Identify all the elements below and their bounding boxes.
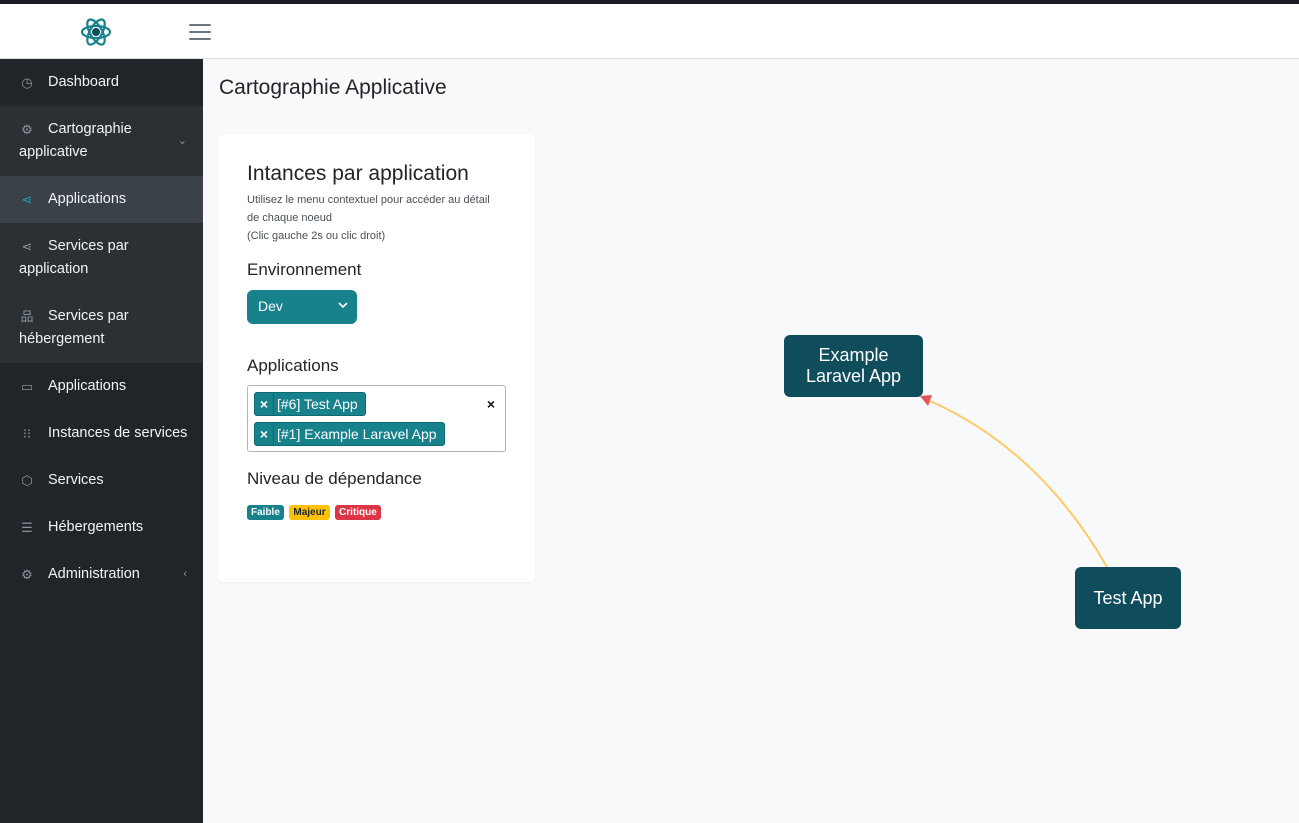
share-icon: ⋖ [21,239,33,254]
sidebar-item-services[interactable]: ⬡ Services [0,457,203,504]
dependency-label: Niveau de dépendance [247,469,422,488]
server-icon: ☰ [21,520,33,535]
share-icon: ⋖ [21,192,33,207]
top-bar [0,4,1299,59]
chip-remove-button[interactable]: × [255,393,274,415]
dependency-graph[interactable]: Example Laravel App Test App [560,250,1260,670]
app-chip: × [#6] Test App [254,392,366,416]
chevron-down-icon: ⌄ [177,135,187,147]
sidebar-item-instances-de-services[interactable]: ⁝⁝ Instances de services [0,410,203,457]
gear-icon: ⚙ [21,122,33,137]
sidebar: ◷ Dashboard ⚙ Cartographie applicative ⌄… [0,59,203,823]
sidebar-item-hebergements[interactable]: ☰ Hébergements [0,504,203,551]
chevron-left-icon: ‹ [183,567,187,580]
environment-select[interactable]: Dev [247,290,357,324]
window-icon: ▭ [20,379,34,394]
filter-panel: Intances par application Utilisez le men… [218,134,535,582]
badge-majeur: Majeur [289,505,330,520]
environment-label: Environnement [247,260,362,279]
graph-node[interactable]: Example Laravel App [784,335,923,397]
applications-multiselect[interactable]: × [#6] Test App × [#1] Example Laravel App… [247,385,506,452]
graph-node[interactable]: Test App [1075,567,1181,629]
badge-faible: Faible [247,505,284,520]
clear-all-button[interactable]: × [487,396,495,412]
panel-title: Intances par application [247,162,469,185]
sidebar-item-dashboard[interactable]: ◷ Dashboard [0,59,203,106]
hamburger-icon[interactable] [189,24,211,40]
gauge-icon: ◷ [21,75,33,90]
grid-icon: ⁝⁝ [22,426,32,441]
sidebar-item-cartographie[interactable]: ⚙ Cartographie applicative ⌄ [0,106,203,176]
graph-edge[interactable] [929,400,1108,568]
chevron-down-icon [338,302,348,309]
sitemap-icon: 品 [20,309,34,324]
panel-hint: Utilisez le menu contextuel pour accéder… [247,194,490,242]
edge-arrowhead [920,395,932,406]
applications-label: Applications [247,356,339,375]
dependency-legend: Faible Majeur Critique [247,502,382,520]
gear-icon: ⚙ [21,567,33,582]
chip-remove-button[interactable]: × [255,423,274,445]
app-chip: × [#1] Example Laravel App [254,422,445,446]
sidebar-item-administration[interactable]: ⚙ Administration ‹ [0,551,203,598]
badge-critique: Critique [335,505,381,520]
page-title: Cartographie Applicative [219,76,447,99]
sidebar-item-applications[interactable]: ▭ Applications [0,363,203,410]
box-icon: ⬡ [21,473,33,488]
atom-icon[interactable] [80,17,112,47]
sidebar-item-services-par-hebergement[interactable]: 品 Services par hébergement [0,293,203,363]
sidebar-item-applications-map[interactable]: ⋖ Applications [0,176,203,223]
sidebar-item-services-par-application[interactable]: ⋖ Services par application [0,223,203,293]
